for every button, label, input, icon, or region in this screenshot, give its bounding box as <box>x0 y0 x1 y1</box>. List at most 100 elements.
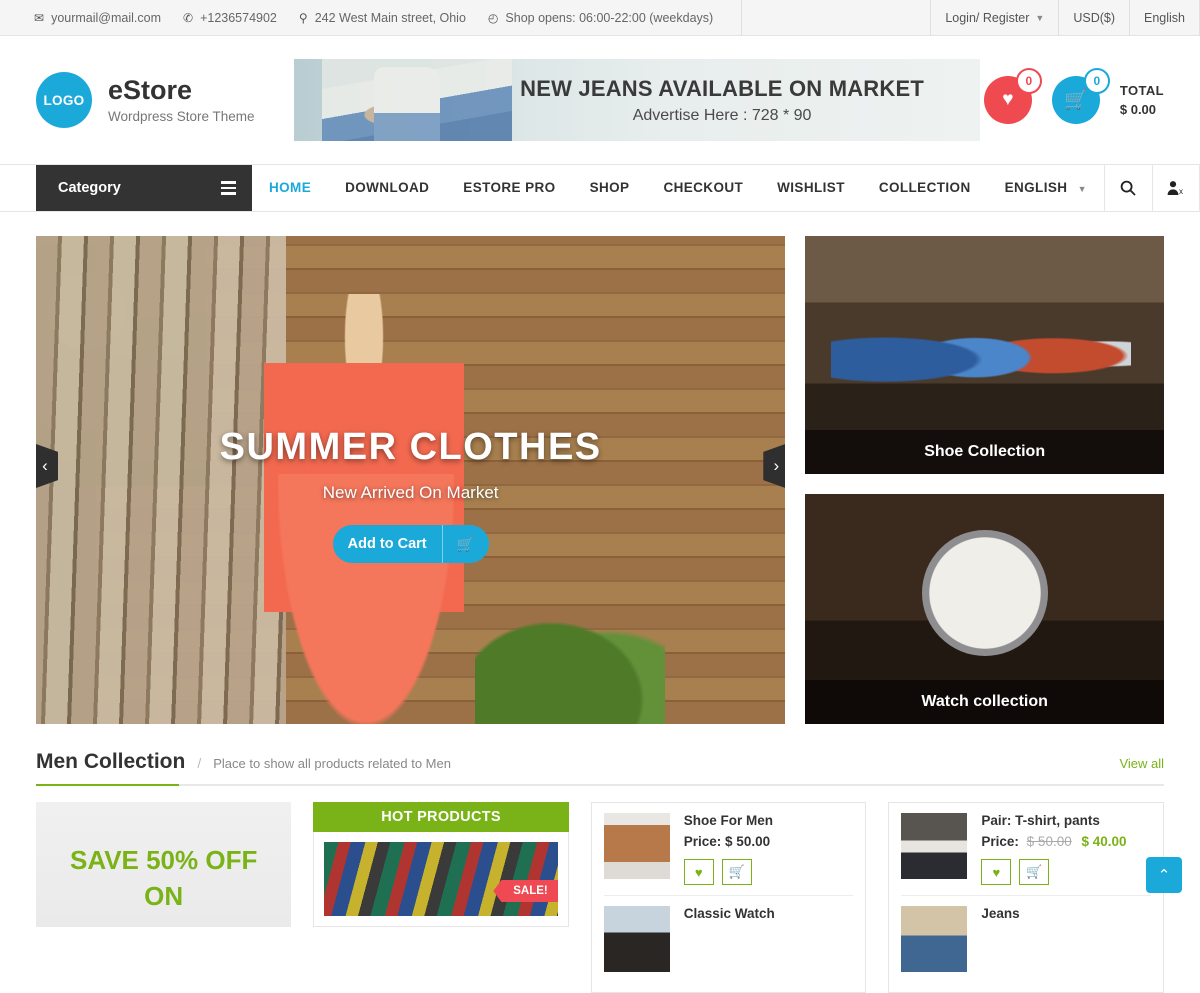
chevron-right-icon: › <box>773 456 780 475</box>
logo-text: LOGO <box>43 92 85 108</box>
login-register-menu[interactable]: Login/ Register ▼ <box>930 0 1058 36</box>
heart-icon: ♥ <box>694 864 703 880</box>
envelope-icon: ✉ <box>34 10 45 25</box>
nav-item-collection-label: COLLECTION <box>878 180 971 195</box>
nav-item-estore-pro[interactable]: ESTORE PRO <box>446 165 572 211</box>
slide-subtitle: New Arrived On Market <box>322 483 499 502</box>
chevron-left-icon: ‹ <box>42 456 48 475</box>
list-item[interactable]: Classic Watch <box>603 895 854 982</box>
header-cart-area: ♥ 0 🛒 0 TOTAL $ 0.00 <box>983 68 1164 124</box>
save-card-line1: SAVE 50% OFF <box>70 845 258 876</box>
phone-icon: ✆ <box>183 10 194 25</box>
slide-add-to-cart-label: Add to Cart <box>347 536 427 552</box>
nav-item-download[interactable]: DOWNLOAD <box>328 165 446 211</box>
product-price: Price: $ 50.00 $ 40.00 <box>981 834 1151 849</box>
promo-card-watch-collection[interactable]: Watch collection <box>805 494 1164 724</box>
product-name: Jeans <box>981 906 1020 921</box>
nav-item-english[interactable]: ENGLISH ▼ <box>988 165 1104 212</box>
product-thumbnail <box>603 813 670 879</box>
user-logout-button[interactable]: x <box>1151 165 1200 211</box>
nav-item-home[interactable]: HOME <box>252 165 328 211</box>
slide-title: SUMMER CLOTHES <box>219 426 602 468</box>
hero-slider[interactable]: SUMMER CLOTHES New Arrived On Market Add… <box>36 236 786 724</box>
add-to-cart-button[interactable]: 🛒 <box>1019 859 1050 885</box>
product-price-label: Price: <box>981 834 1019 849</box>
slider-background-bush <box>475 604 666 724</box>
chevron-down-icon: ▼ <box>1035 12 1045 23</box>
contact-address-text: 242 West Main street, Ohio <box>314 10 466 25</box>
promo-label-shoe: Shoe Collection <box>805 430 1164 474</box>
promo-card-shoe-collection[interactable]: Shoe Collection <box>805 236 1164 474</box>
product-actions: ♥ 🛒 <box>683 859 854 885</box>
ad-text-block: NEW JEANS AVAILABLE ON MARKET Advertise … <box>520 76 980 125</box>
svg-text:x: x <box>1179 187 1183 196</box>
wishlist-count-badge: 0 <box>1015 68 1042 94</box>
nav-item-home-label: HOME <box>269 180 312 195</box>
view-all-link[interactable]: View all <box>1119 756 1164 771</box>
product-list-left: Shoe For Men Price: $ 50.00 ♥ 🛒 Classic … <box>590 802 867 993</box>
list-item[interactable]: Pair: T-shirt, pants Price: $ 50.00 $ 40… <box>901 813 1151 895</box>
map-marker-icon: ⚲ <box>298 10 308 25</box>
nav-item-wishlist-label: WISHLIST <box>777 180 845 195</box>
product-row: SAVE 50% OFF ON HOT PRODUCTS SALE! Shoe … <box>0 786 1200 993</box>
ad-subtitle: Advertise Here : 728 * 90 <box>632 106 812 124</box>
product-new-price: $ 40.00 <box>1081 834 1127 849</box>
product-price-label: Price: <box>683 834 722 849</box>
search-button[interactable] <box>1103 165 1152 211</box>
product-name: Pair: T-shirt, pants <box>981 813 1100 828</box>
slide-add-to-cart-button[interactable]: Add to Cart 🛒 <box>332 525 489 563</box>
add-to-wishlist-button[interactable]: ♥ <box>683 859 714 885</box>
list-item[interactable]: Shoe For Men Price: $ 50.00 ♥ 🛒 <box>603 813 854 895</box>
nav-item-shop-label: SHOP <box>589 180 630 195</box>
category-menu-label: Category <box>58 180 121 196</box>
topbar-contact-group: ✉ yourmail@mail.com ✆ +1236574902 ⚲ 242 … <box>0 0 930 36</box>
nav-item-english-label: ENGLISH <box>1004 179 1068 195</box>
contact-phone[interactable]: ✆ +1236574902 <box>183 11 277 25</box>
nav-item-shop[interactable]: SHOP <box>573 165 647 211</box>
promo-column: Shoe Collection Watch collection <box>805 236 1164 724</box>
section-header-men-collection: Men Collection / Place to show all produ… <box>36 750 1164 786</box>
wishlist-button[interactable]: ♥ 0 <box>983 68 1042 124</box>
contact-email-text: yourmail@mail.com <box>51 10 161 25</box>
contact-email[interactable]: ✉ yourmail@mail.com <box>34 11 161 25</box>
nav-item-checkout[interactable]: CHECKOUT <box>646 165 760 211</box>
add-to-wishlist-button[interactable]: ♥ <box>981 859 1012 885</box>
section-title: Men Collection <box>36 750 186 773</box>
product-name: Shoe For Men <box>683 813 774 828</box>
login-register-label: Login/ Register <box>945 10 1030 25</box>
brand-block[interactable]: LOGO eStore Wordpress Store Theme <box>36 72 294 128</box>
product-info: Pair: T-shirt, pants Price: $ 50.00 $ 40… <box>981 813 1151 885</box>
cart-count-badge: 0 <box>1083 68 1110 94</box>
logo-icon: LOGO <box>36 72 92 128</box>
chevron-down-icon: ▼ <box>1077 183 1087 194</box>
scroll-to-top-button[interactable]: ⌃ <box>1146 857 1182 893</box>
promo-save-card[interactable]: SAVE 50% OFF ON <box>36 802 292 927</box>
clock-icon: ◴ <box>487 10 499 25</box>
top-utility-bar: ✉ yourmail@mail.com ✆ +1236574902 ⚲ 242 … <box>0 0 1200 36</box>
search-icon <box>1121 180 1137 196</box>
nav-item-wishlist[interactable]: WISHLIST <box>760 165 862 211</box>
category-menu-button[interactable]: Category <box>36 165 252 211</box>
add-to-cart-button[interactable]: 🛒 <box>721 859 752 885</box>
advertisement-banner[interactable]: NEW JEANS AVAILABLE ON MARKET Advertise … <box>294 59 980 141</box>
cart-button[interactable]: 🛒 0 <box>1051 68 1110 124</box>
product-list-right: Pair: T-shirt, pants Price: $ 50.00 $ 40… <box>888 802 1164 993</box>
section-description: Place to show all products related to Me… <box>213 756 451 771</box>
contact-address: ⚲ 242 West Main street, Ohio <box>299 11 466 25</box>
shop-hours-text: Shop opens: 06:00-22:00 (weekdays) <box>505 10 714 25</box>
nav-item-collection[interactable]: COLLECTION <box>862 165 988 211</box>
topbar-account-group: Login/ Register ▼ USD($) English <box>930 0 1200 36</box>
nav-item-checkout-label: CHECKOUT <box>663 180 744 195</box>
currency-selector[interactable]: USD($) <box>1058 0 1129 36</box>
product-thumbnail <box>603 906 670 972</box>
product-info: Shoe For Men Price: $ 50.00 ♥ 🛒 <box>683 813 854 885</box>
hot-products-card: HOT PRODUCTS SALE! <box>313 802 569 993</box>
list-item[interactable]: Jeans <box>901 895 1151 982</box>
language-selector[interactable]: English <box>1129 0 1200 36</box>
sale-badge: SALE! <box>493 880 558 902</box>
topbar-divider <box>741 0 743 36</box>
main-navigation-bar: Category HOME DOWNLOAD ESTORE PRO SHOP C… <box>0 164 1200 212</box>
product-info: Classic Watch <box>684 906 854 972</box>
nav-links: HOME DOWNLOAD ESTORE PRO SHOP CHECKOUT W… <box>252 165 1200 211</box>
hot-product-image[interactable]: SALE! <box>324 842 558 916</box>
